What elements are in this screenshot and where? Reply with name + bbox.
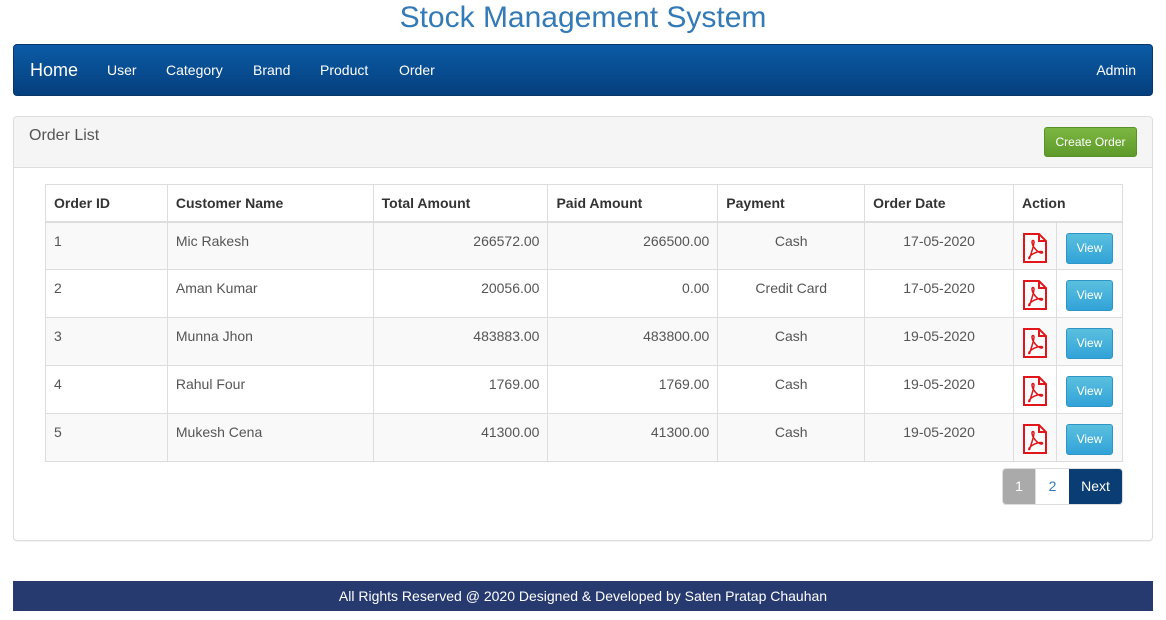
cell-order-date: 17-05-2020 — [864, 221, 1014, 270]
view-button[interactable]: View — [1065, 280, 1113, 311]
header-action: Action — [1012, 184, 1124, 223]
pdf-icon[interactable] — [1022, 232, 1048, 263]
cell-customer-name: Aman Kumar — [166, 269, 374, 318]
cell-pdf — [1012, 269, 1057, 318]
footer: All Rights Reserved @ 2020 Designed & De… — [13, 581, 1153, 611]
view-button[interactable]: View — [1065, 328, 1113, 359]
cell-payment: Cash — [717, 365, 866, 414]
cell-order-id: 1 — [45, 221, 168, 270]
cell-order-date: 19-05-2020 — [864, 413, 1014, 462]
nav-category[interactable]: Category — [166, 45, 223, 95]
table-row: 4 Rahul Four 1769.00 1769.00 Cash 19-05-2020 V… — [45, 365, 1124, 414]
cell-paid-amount: 266500.00 — [547, 221, 719, 270]
cell-total-amount: 266572.00 — [372, 221, 549, 270]
cell-paid-amount: 41300.00 — [547, 413, 719, 462]
cell-paid-amount: 1769.00 — [547, 365, 719, 414]
nav-product[interactable]: Product — [320, 45, 368, 95]
cell-total-amount: 41300.00 — [372, 413, 549, 462]
nav-user[interactable]: User — [107, 45, 137, 95]
cell-view: View — [1055, 413, 1124, 462]
pdf-icon[interactable] — [1022, 376, 1048, 406]
header-payment[interactable]: Payment — [717, 184, 866, 223]
order-list-panel: Order List Create Order Order ID Custome… — [13, 116, 1153, 541]
table-row: 2 Aman Kumar 20056.00 0.00 Credit Card 17-05-… — [45, 269, 1124, 318]
cell-customer-name: Mic Rakesh — [166, 221, 374, 270]
cell-order-id: 4 — [45, 365, 168, 414]
cell-payment: Cash — [717, 317, 866, 366]
pdf-icon[interactable] — [1022, 328, 1048, 358]
pagination: 1 2 Next — [1002, 468, 1123, 505]
cell-total-amount: 1769.00 — [372, 365, 549, 414]
cell-order-date: 19-05-2020 — [864, 365, 1014, 414]
cell-order-id: 2 — [45, 269, 168, 318]
cell-total-amount: 483883.00 — [372, 317, 549, 366]
cell-order-id: 3 — [45, 317, 168, 366]
header-customer-name[interactable]: Customer Name — [166, 184, 374, 223]
cell-view: View — [1055, 269, 1124, 318]
view-button[interactable]: View — [1065, 232, 1113, 264]
cell-pdf — [1012, 221, 1057, 270]
cell-customer-name: Munna Jhon — [166, 317, 374, 366]
cell-paid-amount: 0.00 — [547, 269, 719, 318]
nav-brand[interactable]: Brand — [253, 45, 290, 95]
cell-order-date: 17-05-2020 — [864, 269, 1014, 318]
pdf-icon[interactable] — [1022, 280, 1048, 310]
page-1-button[interactable]: 1 — [1003, 469, 1035, 504]
header-paid-amount[interactable]: Paid Amount — [547, 184, 719, 223]
table-row: 1 Mic Rakesh 266572.00 266500.00 Cash 17-05-2… — [45, 221, 1124, 270]
header-order-date[interactable]: Order Date — [864, 184, 1014, 223]
cell-paid-amount: 483800.00 — [547, 317, 719, 366]
page-2-button[interactable]: 2 — [1035, 469, 1069, 504]
cell-view: View — [1055, 317, 1124, 366]
cell-order-id: 5 — [45, 413, 168, 462]
cell-payment: Cash — [717, 221, 866, 270]
cell-customer-name: Mukesh Cena — [166, 413, 374, 462]
next-page-button[interactable]: Next — [1069, 469, 1122, 504]
cell-order-date: 19-05-2020 — [864, 317, 1014, 366]
panel-heading: Order List Create Order — [14, 117, 1152, 168]
navbar: Home User Category Brand Product Order A… — [13, 44, 1153, 96]
panel-title: Order List — [29, 127, 100, 144]
header-order-id[interactable]: Order ID — [45, 184, 168, 223]
create-order-button[interactable]: Create Order — [1044, 127, 1137, 157]
table-header-row: Order ID Customer Name Total Amount Paid… — [45, 184, 1124, 223]
cell-pdf — [1012, 413, 1057, 462]
view-button[interactable]: View — [1065, 376, 1113, 407]
cell-payment: Credit Card — [717, 269, 866, 318]
cell-payment: Cash — [717, 413, 866, 462]
cell-customer-name: Rahul Four — [166, 365, 374, 414]
view-button[interactable]: View — [1065, 424, 1113, 455]
orders-table: Order ID Customer Name Total Amount Paid… — [45, 184, 1124, 462]
site-title: Stock Management System — [399, 1, 767, 34]
cell-total-amount: 20056.00 — [372, 269, 549, 318]
header-total-amount[interactable]: Total Amount — [372, 184, 549, 223]
cell-pdf — [1012, 317, 1057, 366]
cell-pdf — [1012, 365, 1057, 414]
pdf-icon[interactable] — [1022, 424, 1048, 454]
nav-home[interactable]: Home — [30, 45, 78, 95]
nav-order[interactable]: Order — [399, 45, 435, 95]
cell-view: View — [1055, 221, 1124, 270]
table-row: 5 Mukesh Cena 41300.00 41300.00 Cash 19-05-20… — [45, 413, 1124, 462]
nav-admin[interactable]: Admin — [1096, 45, 1136, 95]
table-row: 3 Munna Jhon 483883.00 483800.00 Cash 19-05-2… — [45, 317, 1124, 366]
cell-view: View — [1055, 365, 1124, 414]
